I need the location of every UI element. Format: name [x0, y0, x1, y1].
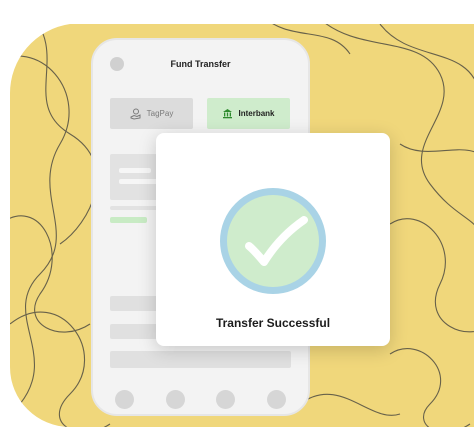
placeholder-field — [110, 296, 160, 311]
placeholder-line — [119, 179, 159, 184]
checkmark-icon — [218, 186, 328, 296]
hand-coin-icon — [130, 108, 142, 120]
placeholder-line — [119, 168, 151, 173]
page-title: Fund Transfer — [170, 59, 231, 69]
nav-profile-icon[interactable] — [267, 389, 287, 409]
success-modal: Transfer Successful — [156, 133, 390, 346]
placeholder-button — [110, 351, 291, 368]
nav-history-icon[interactable] — [216, 389, 236, 409]
placeholder-field — [110, 324, 160, 339]
bank-icon — [222, 108, 233, 119]
nav-transfer-icon[interactable] — [165, 389, 185, 409]
tab-interbank-label: Interbank — [238, 109, 275, 118]
tab-tagpay[interactable]: TagPay — [110, 98, 193, 129]
placeholder-highlight — [110, 217, 147, 223]
tab-interbank[interactable]: Interbank — [207, 98, 290, 129]
tab-tagpay-label: TagPay — [146, 109, 174, 118]
nav-home-icon[interactable] — [114, 389, 134, 409]
success-message: Transfer Successful — [215, 316, 331, 330]
bottom-nav — [93, 384, 308, 414]
